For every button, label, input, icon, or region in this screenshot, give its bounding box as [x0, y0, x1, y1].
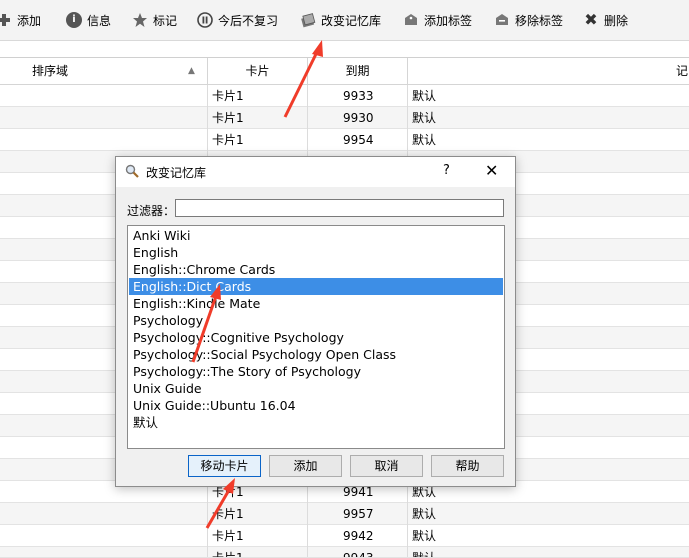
column-deck[interactable]: 记 — [408, 58, 689, 84]
deck-item[interactable]: Unix Guide — [129, 380, 503, 397]
add-deck-button[interactable]: 添加 — [269, 455, 342, 477]
suspend-label: 今后不复习 — [218, 13, 279, 28]
tag-add-icon — [403, 12, 419, 28]
sort-ascending-icon: ▲ — [188, 66, 195, 76]
column-deck-label: 记 — [676, 64, 689, 78]
filter-label: 过滤器： — [127, 204, 176, 218]
column-sort-field[interactable]: 排序域 ▲ — [0, 58, 208, 84]
cell-deck: 默认 — [412, 89, 437, 103]
cell-due: 9957 — [308, 503, 408, 525]
mark-label: 标记 — [153, 13, 178, 28]
add-icon — [0, 12, 12, 28]
cell-due: 9943 — [308, 547, 408, 557]
remove-tags-button[interactable]: 移除标签 — [494, 10, 563, 30]
remove-tags-label: 移除标签 — [515, 13, 564, 28]
deck-item[interactable]: English::Chrome Cards — [129, 261, 503, 278]
cell-card: 卡片1 — [208, 107, 308, 129]
pause-icon — [197, 12, 213, 28]
deck-item-selected[interactable]: English::Dict Cards — [129, 278, 503, 295]
info-label: 信息 — [87, 13, 112, 28]
change-deck-dialog: 改变记忆库 ? ✕ 过滤器： Anki Wiki English English… — [115, 156, 516, 487]
help-button[interactable]: 帮助 — [431, 455, 504, 477]
add-tags-label: 添加标签 — [424, 13, 473, 28]
cell-card: 卡片1 — [208, 129, 308, 151]
cell-deck: 默认 — [412, 111, 437, 125]
deck-item[interactable]: Psychology — [129, 312, 503, 329]
cell-card: 卡片1 — [208, 525, 308, 547]
deck-item[interactable]: English — [129, 244, 503, 261]
deck-item[interactable]: Unix Guide::Ubuntu 16.04 — [129, 397, 503, 414]
move-cards-button[interactable]: 移动卡片 — [188, 455, 261, 477]
cancel-button[interactable]: 取消 — [350, 455, 423, 477]
deck-item[interactable]: English::Kindle Mate — [129, 295, 503, 312]
search-bar[interactable] — [0, 41, 689, 58]
cell-due: 9930 — [308, 107, 408, 129]
cell-card: 卡片1 — [208, 503, 308, 525]
column-card-label: 卡片 — [245, 64, 270, 78]
star-icon — [132, 12, 148, 28]
mark-button[interactable]: 标记 — [132, 10, 177, 30]
table-row[interactable]: 卡片1 9943 默认 — [0, 547, 689, 558]
info-icon: i — [66, 12, 82, 28]
table-row[interactable]: 卡片1 9957 默认 — [0, 503, 689, 525]
column-card[interactable]: 卡片 — [208, 58, 308, 84]
deck-item[interactable]: Anki Wiki — [129, 227, 503, 244]
cell-card: 卡片1 — [208, 547, 308, 557]
deck-item[interactable]: Psychology::Cognitive Psychology — [129, 329, 503, 346]
search-icon — [125, 164, 139, 181]
cell-deck: 默认 — [412, 507, 437, 521]
delete-button[interactable]: ✖ 删除 — [583, 10, 628, 30]
suspend-button[interactable]: 今后不复习 — [197, 10, 278, 30]
browser-toolbar: 添加 i 信息 标记 今后不复习 改变记忆库 添加标签 移除标签 ✖ 删除 — [0, 0, 689, 41]
cell-deck: 默认 — [412, 529, 437, 543]
dialog-title: 改变记忆库 — [146, 166, 207, 180]
cell-card: 卡片1 — [208, 85, 308, 107]
filter-input[interactable] — [175, 199, 504, 217]
deck-item[interactable]: 默认 — [129, 414, 503, 431]
cell-due: 9942 — [308, 525, 408, 547]
close-icon[interactable]: ✕ — [485, 161, 498, 180]
column-due[interactable]: 到期 — [308, 58, 408, 84]
deck-list: Anki Wiki English English::Chrome Cards … — [127, 225, 505, 449]
cell-due: 9933 — [308, 85, 408, 107]
change-deck-label: 改变记忆库 — [321, 13, 382, 28]
table-row[interactable]: 卡片1 9930 默认 — [0, 107, 689, 129]
info-button[interactable]: i 信息 — [66, 10, 111, 30]
help-icon[interactable]: ? — [443, 163, 450, 178]
table-row[interactable]: 卡片1 9954 默认 — [0, 129, 689, 151]
add-button[interactable]: 添加 — [0, 10, 41, 30]
add-tags-button[interactable]: 添加标签 — [403, 10, 472, 30]
deck-icon — [300, 12, 316, 28]
cell-due: 9954 — [308, 129, 408, 151]
delete-label: 删除 — [604, 13, 629, 28]
cell-deck: 默认 — [412, 551, 437, 558]
table-row[interactable]: 卡片1 9942 默认 — [0, 525, 689, 547]
cell-deck: 默认 — [412, 133, 437, 147]
tag-remove-icon — [494, 12, 510, 28]
table-header: 排序域 ▲ 卡片 到期 记 — [0, 58, 689, 85]
delete-icon: ✖ — [584, 10, 598, 29]
table-row[interactable]: 卡片1 9933 默认 — [0, 85, 689, 107]
column-sort-field-label: 排序域 — [32, 64, 69, 78]
deck-item[interactable]: Psychology::Social Psychology Open Class — [129, 346, 503, 363]
add-label: 添加 — [17, 13, 42, 28]
column-due-label: 到期 — [345, 64, 370, 78]
deck-item[interactable]: Psychology::The Story of Psychology — [129, 363, 503, 380]
dialog-titlebar: 改变记忆库 ? ✕ — [116, 157, 515, 187]
change-deck-button[interactable]: 改变记忆库 — [300, 10, 381, 30]
